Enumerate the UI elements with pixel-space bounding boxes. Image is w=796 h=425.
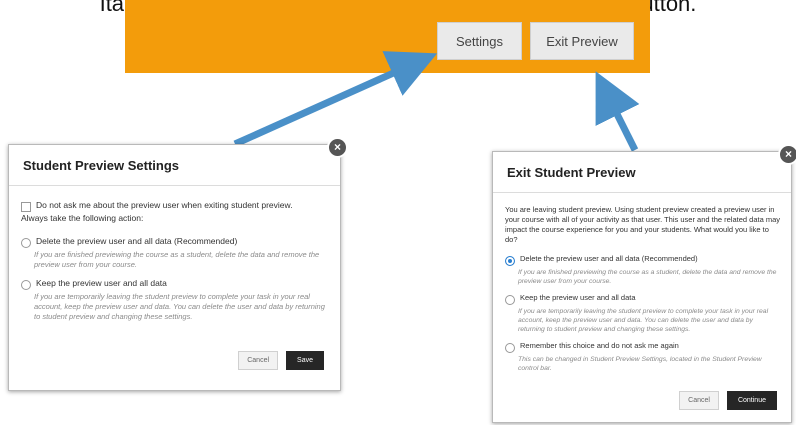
keep-preview-option-label: Keep the preview user and all data: [520, 293, 636, 302]
exit-student-preview-dialog: × Exit Student Preview You are leaving s…: [492, 144, 796, 423]
remember-choice-option-label: Remember this choice and do not ask me a…: [520, 341, 679, 350]
keep-preview-option-label: Keep the preview user and all data: [36, 278, 167, 288]
close-icon[interactable]: ×: [327, 137, 348, 158]
delete-preview-option-label: Delete the preview user and all data (Re…: [36, 236, 238, 246]
always-take-action-label: Always take the following action:: [21, 213, 144, 223]
delete-preview-option-label: Delete the preview user and all data (Re…: [520, 254, 698, 263]
delete-preview-radio[interactable]: [505, 256, 515, 266]
keep-preview-radio[interactable]: [505, 295, 515, 305]
student-preview-settings-dialog: × Student Preview Settings Do not ask me…: [8, 137, 348, 391]
cancel-button[interactable]: Cancel: [679, 391, 719, 410]
save-button[interactable]: Save: [286, 351, 324, 370]
exit-intro-text: You are leaving student preview. Using s…: [505, 205, 780, 244]
do-not-ask-checkbox[interactable]: [21, 202, 31, 212]
dialog-title: Exit Student Preview: [493, 152, 791, 193]
arrow-to-exit-preview: [595, 71, 640, 152]
keep-preview-radio[interactable]: [21, 280, 31, 290]
close-icon[interactable]: ×: [778, 144, 796, 165]
keep-preview-description: If you are temporarily leaving the stude…: [34, 292, 325, 321]
remember-choice-radio[interactable]: [505, 343, 515, 353]
delete-preview-description: If you are finished previewing the cours…: [34, 250, 320, 269]
keep-preview-description: If you are temporarily leaving the stude…: [518, 308, 769, 333]
exit-preview-button[interactable]: Exit Preview: [530, 22, 634, 60]
student-preview-bar: Settings Exit Preview: [125, 0, 650, 73]
delete-preview-description: If you are finished previewing the cours…: [518, 269, 777, 285]
cancel-button[interactable]: Cancel: [238, 351, 279, 370]
dialog-title: Student Preview Settings: [9, 145, 340, 186]
delete-preview-radio[interactable]: [21, 238, 31, 248]
settings-button[interactable]: Settings: [437, 22, 522, 60]
do-not-ask-checkbox-row[interactable]: Do not ask me about the preview user whe…: [21, 200, 328, 212]
remember-choice-description: This can be changed in Student Preview S…: [518, 356, 762, 372]
arrow-to-settings: [233, 51, 438, 148]
continue-button[interactable]: Continue: [726, 391, 777, 410]
do-not-ask-label: Do not ask me about the preview user whe…: [36, 200, 293, 210]
